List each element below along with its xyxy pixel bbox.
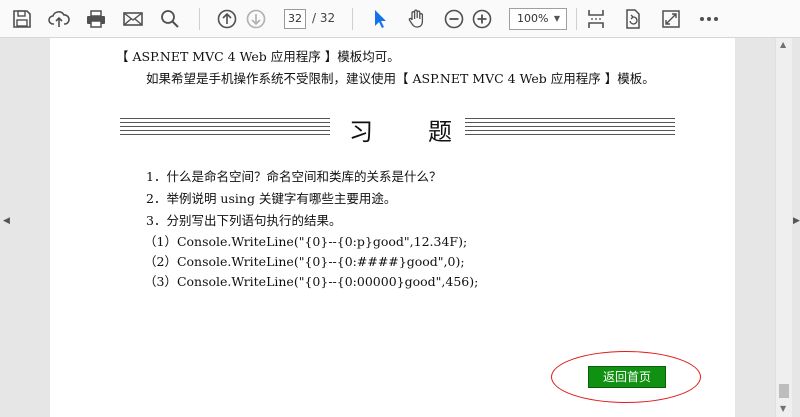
hand-tool-icon[interactable] xyxy=(405,7,429,31)
toolbar-separator xyxy=(199,8,200,30)
heading-rule-left xyxy=(120,116,330,136)
zoom-in-icon[interactable] xyxy=(470,7,494,31)
vertical-scrollbar[interactable]: ▲ ▼ xyxy=(775,38,792,417)
fit-page-icon[interactable] xyxy=(584,7,608,31)
rotate-page-icon[interactable] xyxy=(621,7,645,31)
scrollbar-thumb[interactable] xyxy=(779,384,789,398)
select-pointer-icon[interactable] xyxy=(368,7,392,31)
heading-rule-right xyxy=(465,116,675,136)
upload-cloud-icon[interactable] xyxy=(47,7,71,31)
toolbar-separator xyxy=(576,8,577,30)
search-icon[interactable] xyxy=(158,7,182,31)
page-total: / 32 xyxy=(312,11,336,25)
save-icon[interactable] xyxy=(10,7,34,31)
exercise-heading-char: 题 xyxy=(428,118,452,146)
expand-left-panel-icon[interactable]: ◀ xyxy=(3,216,10,226)
expand-right-panel-icon[interactable]: ▶ xyxy=(793,216,800,226)
toolbar-separator xyxy=(352,8,353,30)
scroll-down-icon[interactable]: ▼ xyxy=(780,404,786,413)
doc-text-line: 【 ASP.NET MVC 4 Web 应用程序 】模板均可。 xyxy=(116,49,400,64)
zoom-select[interactable]: 100% ▼ xyxy=(509,8,567,30)
question-line: 1．什么是命名空间？命名空间和类库的关系是什么？ xyxy=(146,169,442,184)
print-icon[interactable] xyxy=(84,7,108,31)
question-line: 3．分别写出下列语句执行的结果。 xyxy=(146,213,342,228)
question-line: （2）Console.WriteLine("{0}--{0:####}good"… xyxy=(144,254,465,269)
scroll-up-icon[interactable]: ▲ xyxy=(780,40,786,49)
question-line: 2．举例说明 using 关键字有哪些主要用途。 xyxy=(146,191,397,206)
exercise-heading-char: 习 xyxy=(349,118,373,146)
doc-text-line: 如果希望是手机操作系统不受限制，建议使用【 ASP.NET MVC 4 Web … xyxy=(146,71,655,86)
more-options-icon[interactable] xyxy=(697,7,721,31)
mail-icon[interactable] xyxy=(121,7,145,31)
annotation-oval xyxy=(551,351,701,403)
page-number-input[interactable]: 32 xyxy=(284,9,306,29)
zoom-out-icon[interactable] xyxy=(442,7,466,31)
previous-page-icon[interactable] xyxy=(215,7,239,31)
next-page-icon[interactable] xyxy=(244,7,268,31)
full-screen-icon[interactable] xyxy=(659,7,683,31)
question-line: （1）Console.WriteLine("{0}--{0:p}good",12… xyxy=(144,234,468,249)
toolbar: 32 / 32 100% ▼ xyxy=(0,0,800,38)
document-viewer[interactable]: ◀ ▶ 【 ASP.NET MVC 4 Web 应用程序 】模板均可。 如果希望… xyxy=(0,38,800,417)
chevron-down-icon: ▼ xyxy=(553,14,560,23)
question-line: （3）Console.WriteLine("{0}--{0:00000}good… xyxy=(144,274,479,289)
document-page: 【 ASP.NET MVC 4 Web 应用程序 】模板均可。 如果希望是手机操… xyxy=(50,38,735,417)
zoom-value: 100% xyxy=(517,12,549,25)
